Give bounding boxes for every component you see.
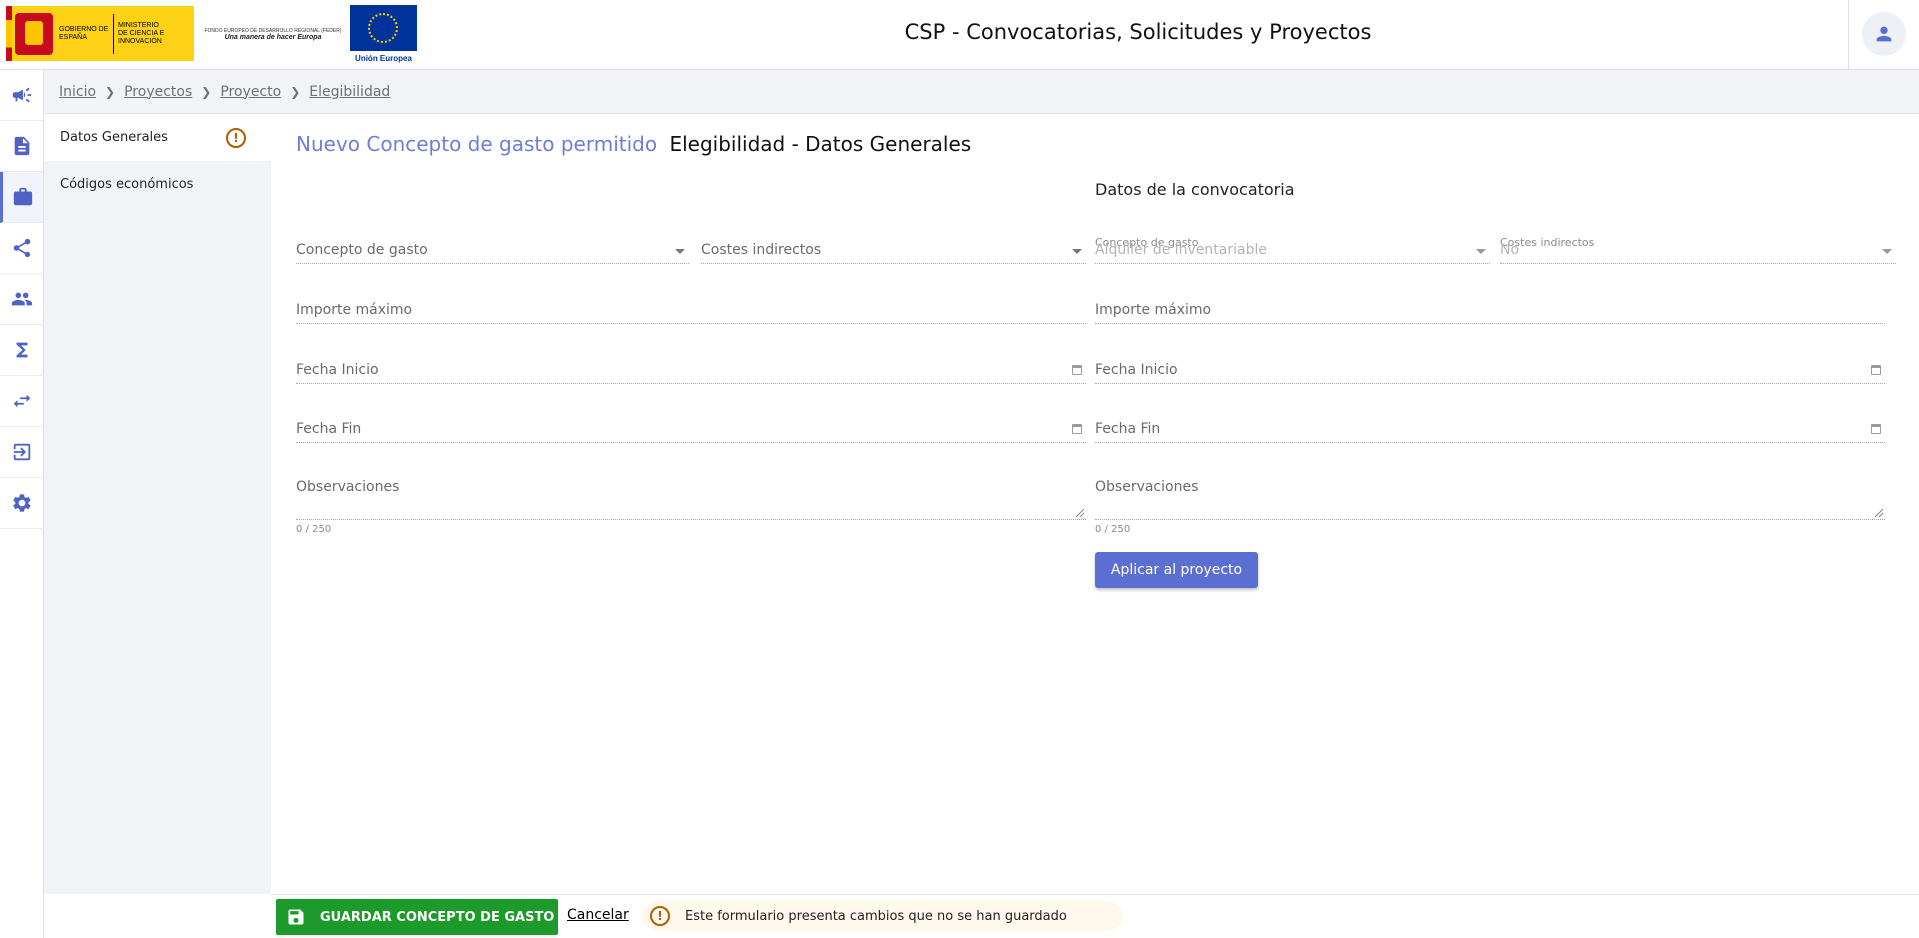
calendar-icon[interactable] — [1072, 365, 1082, 375]
chevron-down-icon — [675, 249, 685, 254]
sidebar-item-solicitudes[interactable] — [0, 121, 43, 172]
main-sidebar — [0, 70, 44, 938]
fecha-inicio-input[interactable]: Fecha Inicio — [296, 350, 1086, 384]
user-icon — [1876, 26, 1892, 42]
nav-item-label: Códigos económicos — [60, 177, 194, 192]
breadcrumb-inicio[interactable]: Inicio — [59, 84, 96, 100]
breadcrumb-elegibilidad[interactable]: Elegibilidad — [309, 84, 390, 100]
nav-item-codigos-economicos[interactable]: Códigos económicos — [44, 161, 271, 208]
sidebar-item-convocatorias[interactable] — [0, 70, 43, 121]
unsaved-changes-notice: ! Este formulario presenta cambios que n… — [642, 901, 1123, 931]
sidebar-item-configuracion[interactable] — [0, 478, 43, 529]
costes-indirectos-label: Costes indirectos — [701, 242, 822, 258]
logo-divider — [113, 13, 114, 54]
spain-flag-stripe — [6, 6, 12, 61]
convocatoria-importe-maximo-input: Importe máximo — [1095, 290, 1885, 324]
observaciones-counter: 0 / 250 — [296, 524, 332, 535]
sidebar-item-sumatorio[interactable] — [0, 325, 43, 376]
breadcrumb: Inicio ❯ Proyectos ❯ Proyecto ❯ Elegibil… — [44, 70, 1919, 114]
sidebar-item-personas[interactable] — [0, 274, 43, 325]
convocatoria-fecha-fin-input: Fecha Fin — [1095, 409, 1885, 443]
chevron-right-icon: ❯ — [290, 84, 301, 99]
chevron-down-icon — [1882, 249, 1892, 254]
save-icon — [288, 909, 304, 925]
resize-handle-icon[interactable] — [1076, 509, 1084, 517]
logo-ministerio-text: MINISTERIO DE CIENCIA E INNOVACIÓN — [118, 21, 165, 45]
aplicar-proyecto-button[interactable]: Aplicar al proyecto — [1095, 552, 1258, 588]
warning-icon: ! — [650, 906, 670, 926]
sidebar-item-compartir[interactable] — [0, 223, 43, 274]
importe-maximo-label: Importe máximo — [296, 302, 413, 318]
convocatoria-importe-maximo-label: Importe máximo — [1095, 302, 1212, 318]
section-nav: Datos Generales ! Códigos económicos — [44, 114, 271, 894]
convocatoria-observaciones-counter: 0 / 250 — [1095, 524, 1131, 535]
sidebar-item-proyectos[interactable] — [0, 172, 43, 223]
eu-logo: Unión Europea — [350, 5, 417, 65]
chevron-right-icon: ❯ — [105, 84, 116, 99]
gobierno-logo: GOBIERNO DE ESPAÑA MINISTERIO DE CIENCIA… — [6, 6, 194, 61]
resize-handle-icon — [1875, 509, 1883, 517]
observaciones-textarea[interactable]: Observaciones — [296, 469, 1086, 520]
convocatoria-costes-indirectos-value: No — [1500, 242, 1520, 258]
observaciones-label: Observaciones — [296, 479, 400, 495]
convocatoria-observaciones-label: Observaciones — [1095, 479, 1199, 495]
fecha-fin-input[interactable]: Fecha Fin — [296, 409, 1086, 443]
convocatoria-fecha-fin-label: Fecha Fin — [1095, 421, 1161, 437]
calendar-icon — [1871, 424, 1881, 434]
megaphone-icon — [12, 87, 31, 103]
costes-indirectos-select[interactable]: Costes indirectos — [701, 232, 1086, 264]
convocatoria-costes-indirectos-select: Costes indirectos No — [1500, 232, 1896, 264]
concepto-gasto-label: Concepto de gasto — [296, 242, 428, 258]
calendar-icon — [1871, 365, 1881, 375]
briefcase-icon — [13, 187, 33, 206]
fecha-fin-label: Fecha Fin — [296, 421, 362, 437]
logo-gobierno-text: GOBIERNO DE ESPAÑA — [59, 25, 109, 41]
gear-icon — [12, 494, 30, 512]
chevron-down-icon — [1072, 249, 1082, 254]
fecha-inicio-label: Fecha Inicio — [296, 362, 379, 378]
calendar-icon[interactable] — [1072, 424, 1082, 434]
people-icon — [11, 292, 32, 306]
app-title: CSP - Convocatorias, Solicitudes y Proye… — [904, 20, 1372, 44]
nav-item-label: Datos Generales — [60, 130, 168, 145]
swap-icon — [13, 394, 30, 408]
importe-maximo-input[interactable]: Importe máximo — [296, 290, 1086, 324]
logout-icon — [13, 443, 30, 461]
app-header: GOBIERNO DE ESPAÑA MINISTERIO DE CIENCIA… — [0, 0, 1919, 70]
chevron-down-icon — [1476, 249, 1486, 254]
concepto-gasto-select[interactable]: Concepto de gasto — [296, 232, 689, 264]
feder-line2: Una manera de hacer Europa — [224, 34, 322, 41]
coat-of-arms-icon — [15, 12, 53, 55]
user-menu-button[interactable] — [1862, 12, 1906, 56]
convocatoria-section-title: Datos de la convocatoria — [1095, 180, 1295, 199]
header-divider — [1848, 0, 1849, 70]
convocatoria-concepto-gasto-value: Alquiler de inventariable — [1095, 242, 1267, 258]
unsaved-changes-message: Este formulario presenta cambios que no … — [685, 908, 1067, 924]
sigma-icon — [16, 342, 27, 358]
warning-icon: ! — [226, 128, 246, 148]
breadcrumb-proyectos[interactable]: Proyectos — [124, 84, 192, 100]
convocatoria-concepto-gasto-select: Concepto de gasto Alquiler de inventaria… — [1095, 232, 1490, 264]
sidebar-item-transferencias[interactable] — [0, 376, 43, 427]
cancel-link[interactable]: Cancelar — [567, 907, 629, 923]
eu-flag-icon — [350, 5, 417, 51]
nav-item-datos-generales[interactable]: Datos Generales ! — [44, 114, 271, 161]
eu-logo-caption: Unión Europea — [355, 54, 412, 63]
convocatoria-fecha-inicio-label: Fecha Inicio — [1095, 362, 1178, 378]
main-content: Nuevo Concepto de gasto permitido Elegib… — [271, 114, 1919, 894]
breadcrumb-proyecto[interactable]: Proyecto — [220, 84, 281, 100]
convocatoria-observaciones-textarea: Observaciones — [1095, 469, 1885, 520]
form-footer: GUARDAR CONCEPTO DE GASTO Cancelar ! Est… — [271, 894, 1919, 938]
page-title-main: Nuevo Concepto de gasto permitido — [296, 132, 658, 156]
save-button-label: GUARDAR CONCEPTO DE GASTO — [320, 909, 555, 925]
sidebar-item-salir[interactable] — [0, 427, 43, 478]
save-button[interactable]: GUARDAR CONCEPTO DE GASTO — [276, 899, 558, 935]
chevron-right-icon: ❯ — [201, 84, 212, 99]
page-title: Nuevo Concepto de gasto permitido Elegib… — [296, 132, 971, 156]
share-icon — [13, 238, 30, 258]
feder-logo: FONDO EUROPEO DE DESARROLLO REGIONAL (FE… — [203, 28, 343, 41]
convocatoria-fecha-inicio-input: Fecha Inicio — [1095, 350, 1885, 384]
page-title-sub: Elegibilidad - Datos Generales — [669, 132, 972, 156]
document-icon — [14, 136, 29, 156]
